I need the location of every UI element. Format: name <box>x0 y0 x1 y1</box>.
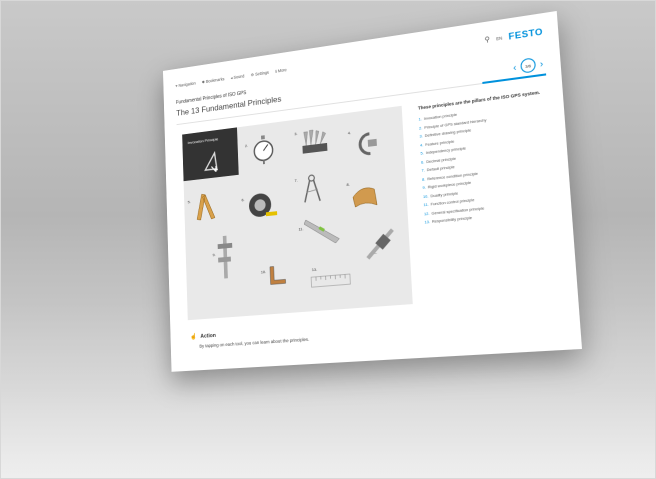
tape-measure-icon[interactable] <box>247 190 278 222</box>
principles-list: 1. Invocation principle 2. Principle of GP… <box>418 102 552 229</box>
nav-settings[interactable]: ⚙ Settings <box>251 69 269 76</box>
pointer-hand-icon: ☝ <box>190 334 197 341</box>
top-right: ⚲ EN FESTO <box>484 26 543 45</box>
nav-bookmarks[interactable]: ✱ Bookmarks <box>202 76 225 84</box>
language-switch[interactable]: EN <box>496 35 502 41</box>
tool-label-13: 13. <box>311 266 318 273</box>
search-icon[interactable]: ⚲ <box>484 35 490 44</box>
vernier-caliper-icon[interactable] <box>216 235 236 281</box>
dial-indicator-icon[interactable] <box>252 134 275 165</box>
measuring-tape-roll-icon[interactable] <box>350 183 379 210</box>
nav-sound[interactable]: ◂ Sound <box>231 73 245 80</box>
app-screen: ⌖ Navigation ✱ Bookmarks ◂ Sound ⚙ Setti… <box>162 10 583 372</box>
tool-label-6: 6. <box>241 197 245 203</box>
pager: ‹ 3/6 › <box>513 56 544 74</box>
tool-label-8: 8. <box>346 181 350 188</box>
principles-sidebar: These principles are the pillars of the … <box>418 89 552 229</box>
page-indicator: 3/6 <box>520 57 537 74</box>
action-section: ☝ Action By tapping on each tool, you ca… <box>190 326 309 350</box>
caliper-icon[interactable] <box>300 173 324 205</box>
tool-label-4: 4. <box>347 130 352 136</box>
next-button[interactable]: › <box>540 58 544 69</box>
folding-rule-icon[interactable] <box>193 190 221 221</box>
tool-tile-1-active[interactable]: Invocation Principle <box>182 127 239 182</box>
tools-panel: Invocation Principle 2. 3. 4. 5. 6. 7. 8… <box>182 105 413 321</box>
tool-label-2: 2. <box>244 143 249 149</box>
background-frame: ⌖ Navigation ✱ Bookmarks ◂ Sound ⚙ Setti… <box>0 0 656 479</box>
perspective-stage: ⌖ Navigation ✱ Bookmarks ◂ Sound ⚙ Setti… <box>1 1 655 478</box>
nav-navigation[interactable]: ⌖ Navigation <box>175 80 195 88</box>
nav-more[interactable]: ℹ More <box>275 67 287 73</box>
festo-logo: FESTO <box>508 26 544 42</box>
steel-ruler-icon[interactable] <box>310 272 351 289</box>
try-square-icon[interactable] <box>266 263 287 286</box>
prev-button[interactable]: ‹ <box>513 62 517 73</box>
top-nav: ⌖ Navigation ✱ Bookmarks ◂ Sound ⚙ Setti… <box>175 67 286 88</box>
tool-label-10: 10. <box>260 269 267 275</box>
header-divider-accent <box>482 73 547 84</box>
tool-label-3: 3. <box>294 131 298 137</box>
spirit-level-icon[interactable] <box>304 212 344 246</box>
tool-label-11: 11. <box>298 226 304 232</box>
tool-label-7: 7. <box>294 177 298 183</box>
feeler-gauge-icon[interactable] <box>300 127 330 156</box>
micrometer-icon[interactable] <box>354 131 379 159</box>
tool-label-5: 5. <box>187 199 191 205</box>
triangle-tool-icon <box>202 148 224 173</box>
active-tool-label: Invocation Principle <box>187 136 219 146</box>
combination-square-icon[interactable] <box>362 225 398 262</box>
